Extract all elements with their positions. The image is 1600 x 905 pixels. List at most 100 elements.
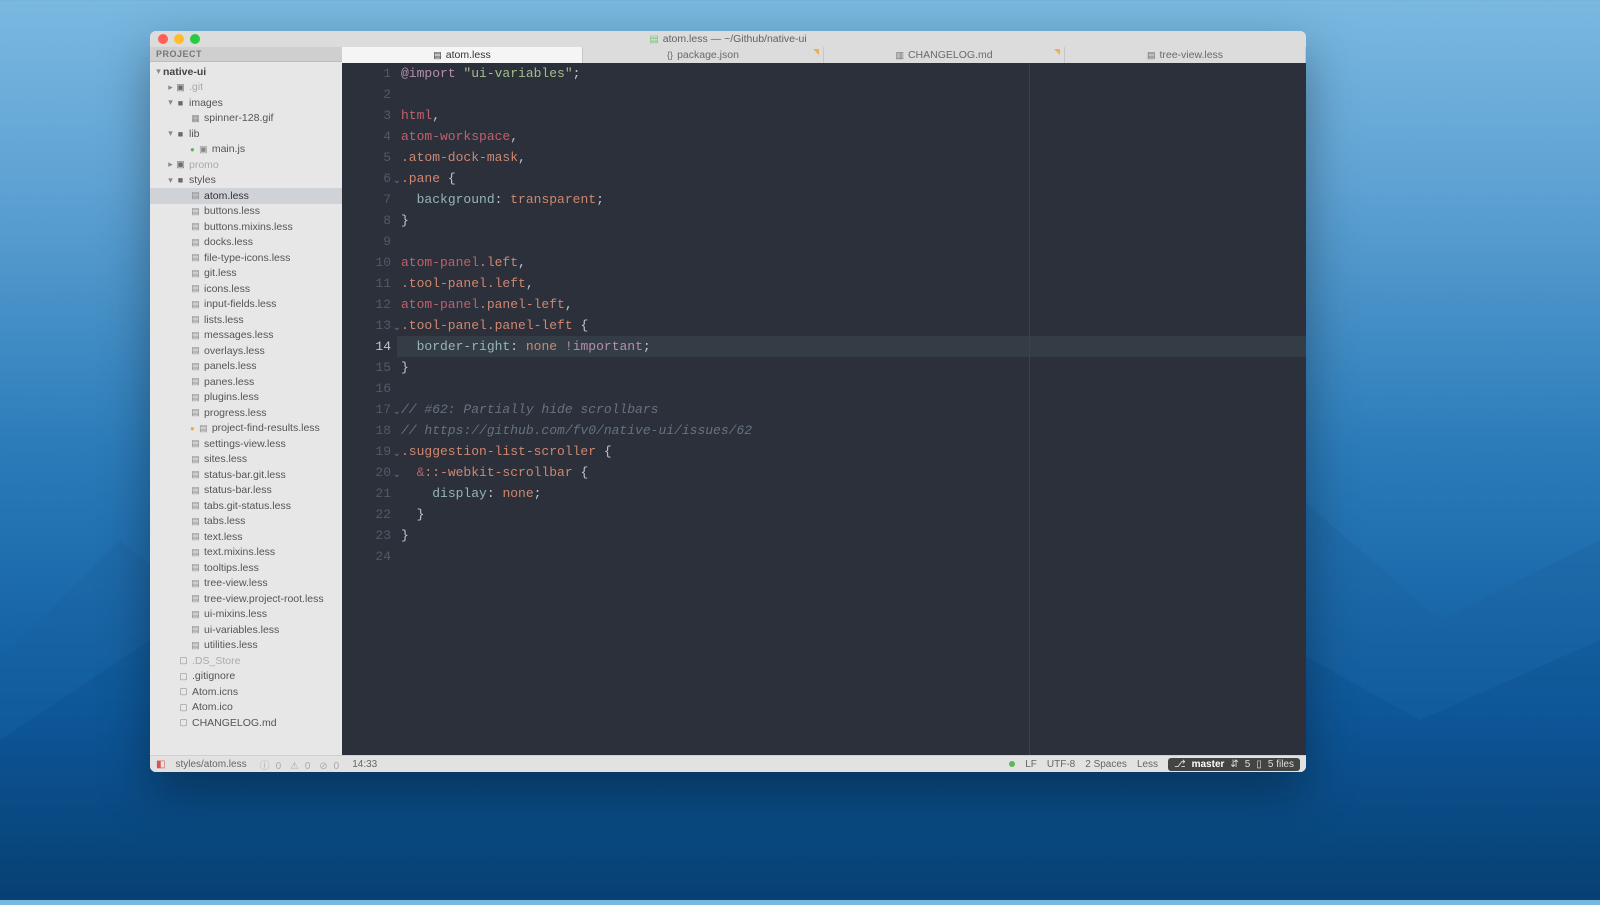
tree-file[interactable]: ▤tabs.less: [150, 514, 342, 530]
code-line[interactable]: .suggestion-list-scroller {: [397, 441, 1306, 462]
tree-file[interactable]: ▤icons.less: [150, 281, 342, 297]
code-line[interactable]: }: [397, 357, 1306, 378]
chevron-down-icon[interactable]: ▾: [166, 128, 175, 139]
tree-file[interactable]: ▤buttons.mixins.less: [150, 219, 342, 235]
cursor-position[interactable]: 14:33: [352, 759, 377, 770]
less-icon: ▤: [190, 516, 201, 527]
code-line[interactable]: @import "ui-variables";: [397, 63, 1306, 84]
file-tree[interactable]: ▾ native-ui ▸ ▣ .git ▾ ■ images ▦ spin: [150, 62, 342, 755]
indent[interactable]: 2 Spaces: [1085, 759, 1127, 770]
tree-file[interactable]: ▢Atom.icns: [150, 684, 342, 700]
tab-tree-view-less[interactable]: ▤ tree-view.less: [1065, 47, 1306, 63]
code-line[interactable]: background: transparent;: [397, 189, 1306, 210]
tree-file[interactable]: ●▤project-find-results.less: [150, 421, 342, 437]
code-line[interactable]: }: [397, 504, 1306, 525]
folder-icon: ■: [175, 175, 186, 185]
code-line[interactable]: .tool-panel.panel-left {: [397, 315, 1306, 336]
tree-folder[interactable]: ▾ ■ images: [150, 95, 342, 111]
tree-file[interactable]: ▤plugins.less: [150, 390, 342, 406]
code-line[interactable]: .atom-dock-mask,: [397, 147, 1306, 168]
tree-file[interactable]: ▤progress.less: [150, 405, 342, 421]
tree-file[interactable]: ▤panes.less: [150, 374, 342, 390]
tree-file[interactable]: ▤settings-view.less: [150, 436, 342, 452]
less-icon: ▤: [190, 547, 201, 558]
less-icon: ▤: [190, 283, 201, 294]
code-line[interactable]: [397, 546, 1306, 567]
line-gutter[interactable]: 123456⌄78910111213⌄14151617⌄1819⌄20⌄2122…: [342, 63, 397, 755]
tree-file[interactable]: ▤tree-view.project-root.less: [150, 591, 342, 607]
status-ok-icon: [1009, 761, 1015, 767]
tree-file[interactable]: ▤file-type-icons.less: [150, 250, 342, 266]
diagnostics[interactable]: ⓘ0 ⚠0 ⊘0: [257, 757, 343, 772]
tree-file[interactable]: ▤tree-view.less: [150, 576, 342, 592]
titlebar[interactable]: ▤ atom.less — ~/Github/native-ui: [150, 31, 1306, 47]
tree-file[interactable]: ● ▣ main.js: [150, 142, 342, 158]
code-line[interactable]: // https://github.com/fv0/native-ui/issu…: [397, 420, 1306, 441]
tree-folder[interactable]: ▾ ■ styles: [150, 173, 342, 189]
chevron-down-icon[interactable]: ▾: [166, 175, 175, 186]
code-area[interactable]: @import "ui-variables"; html,atom-worksp…: [397, 63, 1306, 755]
code-line[interactable]: atom-panel.panel-left,: [397, 294, 1306, 315]
tree-folder[interactable]: ▸ ▣ .git: [150, 80, 342, 96]
tree-file[interactable]: ▤sites.less: [150, 452, 342, 468]
git-status[interactable]: ⎇master ⇵5 ▯5 files: [1168, 758, 1300, 771]
tree-file[interactable]: ▤utilities.less: [150, 638, 342, 654]
tree-file[interactable]: ▤status-bar.git.less: [150, 467, 342, 483]
tree-file[interactable]: ▤status-bar.less: [150, 483, 342, 499]
encoding[interactable]: UTF-8: [1047, 759, 1075, 770]
tree-file[interactable]: ▤text.mixins.less: [150, 545, 342, 561]
tree-file[interactable]: ▤text.less: [150, 529, 342, 545]
tree-file[interactable]: ▤messages.less: [150, 328, 342, 344]
code-line[interactable]: html,: [397, 105, 1306, 126]
tree-file[interactable]: ▢Atom.ico: [150, 700, 342, 716]
line-ending[interactable]: LF: [1025, 759, 1037, 770]
code-line[interactable]: display: none;: [397, 483, 1306, 504]
deprecation-icon[interactable]: ◧: [156, 759, 165, 770]
code-line[interactable]: .tool-panel.left,: [397, 273, 1306, 294]
tree-file[interactable]: ▤tooltips.less: [150, 560, 342, 576]
chevron-down-icon[interactable]: ▾: [154, 66, 163, 77]
warning-icon: ⚠: [290, 761, 299, 772]
less-icon: ▤: [190, 531, 201, 542]
tree-root[interactable]: ▾ native-ui: [150, 64, 342, 80]
tab-package-json[interactable]: {} package.json: [583, 47, 824, 63]
chevron-right-icon[interactable]: ▸: [166, 159, 175, 170]
tree-file[interactable]: ▤docks.less: [150, 235, 342, 251]
chevron-down-icon[interactable]: ▾: [166, 97, 175, 108]
tree-file[interactable]: ▤buttons.less: [150, 204, 342, 220]
code-line[interactable]: // #62: Partially hide scrollbars: [397, 399, 1306, 420]
code-line[interactable]: [397, 84, 1306, 105]
tree-file[interactable]: ▤ui-mixins.less: [150, 607, 342, 623]
tree-file[interactable]: ▤atom.less: [150, 188, 342, 204]
code-line[interactable]: }: [397, 210, 1306, 231]
tree-file[interactable]: ▤overlays.less: [150, 343, 342, 359]
tab-changelog[interactable]: ▥ CHANGELOG.md: [824, 47, 1065, 63]
tree-file[interactable]: ▢CHANGELOG.md: [150, 715, 342, 731]
folder-icon: ▣: [175, 82, 186, 93]
tree-file[interactable]: ▢.DS_Store: [150, 653, 342, 669]
code-line[interactable]: &::-webkit-scrollbar {: [397, 462, 1306, 483]
tree-file[interactable]: ▦ spinner-128.gif: [150, 111, 342, 127]
tree-file[interactable]: ▢.gitignore: [150, 669, 342, 685]
less-icon: ▤: [190, 438, 201, 449]
code-line[interactable]: border-right: none !important;: [397, 336, 1306, 357]
code-line[interactable]: [397, 231, 1306, 252]
tab-atom-less[interactable]: ▤ atom.less: [342, 47, 583, 63]
tree-file[interactable]: ▤ui-variables.less: [150, 622, 342, 638]
tree-file[interactable]: ▤input-fields.less: [150, 297, 342, 313]
tree-file[interactable]: ▤panels.less: [150, 359, 342, 375]
code-line[interactable]: atom-panel.left,: [397, 252, 1306, 273]
tree-folder[interactable]: ▸ ▣ promo: [150, 157, 342, 173]
tree-file[interactable]: ▤tabs.git-status.less: [150, 498, 342, 514]
status-file-path[interactable]: styles/atom.less: [175, 759, 246, 770]
tree-folder[interactable]: ▾ ■ lib: [150, 126, 342, 142]
code-editor[interactable]: 123456⌄78910111213⌄14151617⌄1819⌄20⌄2122…: [342, 63, 1306, 755]
code-line[interactable]: [397, 378, 1306, 399]
code-line[interactable]: }: [397, 525, 1306, 546]
code-line[interactable]: atom-workspace,: [397, 126, 1306, 147]
tree-file[interactable]: ▤lists.less: [150, 312, 342, 328]
chevron-right-icon[interactable]: ▸: [166, 82, 175, 93]
code-line[interactable]: .pane {: [397, 168, 1306, 189]
tree-file[interactable]: ▤git.less: [150, 266, 342, 282]
grammar[interactable]: Less: [1137, 759, 1158, 770]
